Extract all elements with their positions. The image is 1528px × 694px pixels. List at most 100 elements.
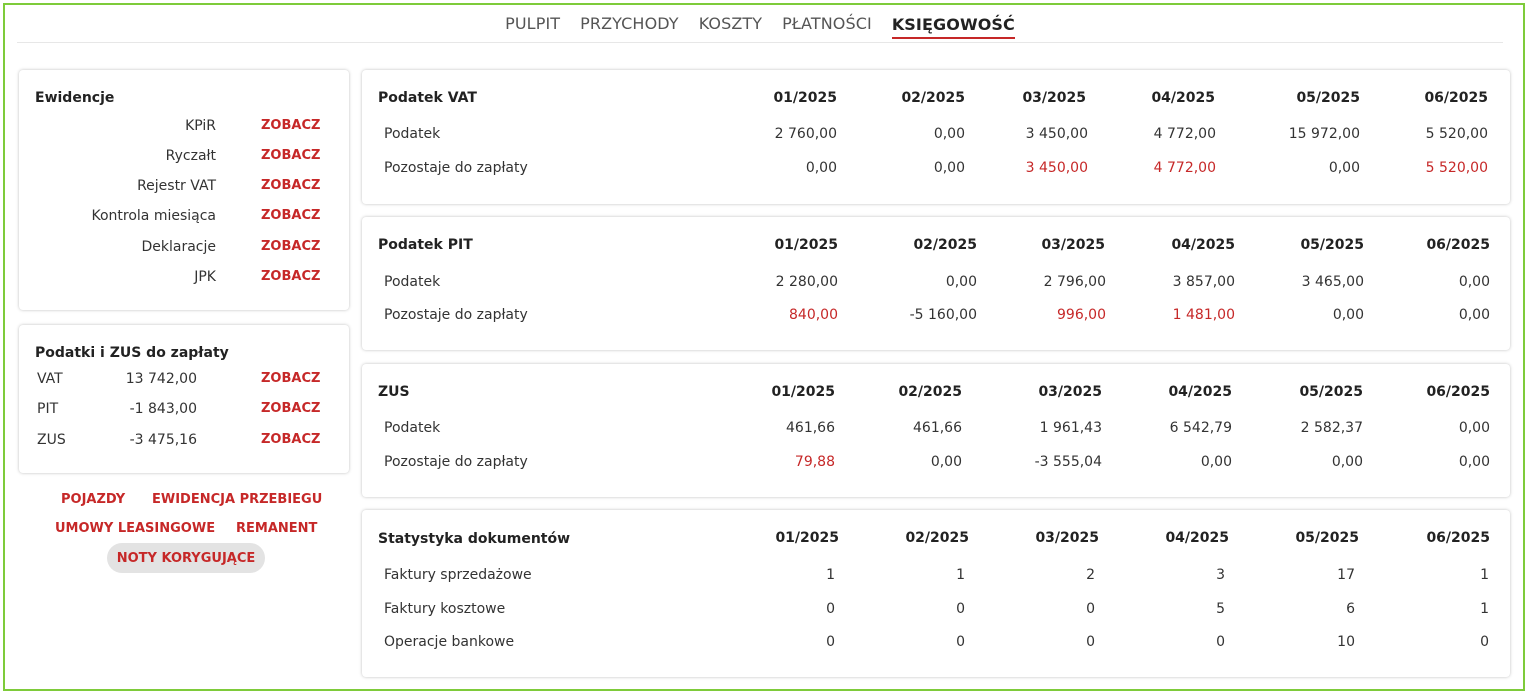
table-title: ZUS bbox=[378, 384, 410, 400]
value-cell: 3 bbox=[1216, 567, 1225, 583]
ewidencje-row-deklaracje: Deklaracje ZOBACZ bbox=[19, 239, 349, 259]
value-cell: -5 160,00 bbox=[909, 307, 977, 323]
value-cell: 0 bbox=[1086, 634, 1095, 650]
ewidencje-row-ryczalt: Ryczałt ZOBACZ bbox=[19, 148, 349, 168]
podatki-name: PIT bbox=[37, 401, 59, 417]
ewidencje-label: Ryczałt bbox=[165, 148, 216, 164]
podatki-card: Podatki i ZUS do zapłaty VAT 13 742,00 Z… bbox=[19, 325, 349, 473]
value-cell: 1 bbox=[1480, 601, 1489, 617]
value-cell: 0 bbox=[826, 634, 835, 650]
month-header: 05/2025 bbox=[1300, 237, 1364, 253]
top-nav: PULPIT PRZYCHODY KOSZTY PŁATNOŚCI KSIĘGO… bbox=[17, 5, 1503, 43]
ewidencje-card: Ewidencje KPiR ZOBACZ Ryczałt ZOBACZ Rej… bbox=[19, 70, 349, 310]
month-header: 01/2025 bbox=[775, 530, 839, 546]
zobacz-zus-link[interactable]: ZOBACZ bbox=[261, 432, 320, 447]
podatek-pit-card: Podatek PIT 01/2025 02/2025 03/2025 04/2025… bbox=[362, 217, 1510, 350]
row-label: Operacje bankowe bbox=[384, 634, 515, 650]
tab-pulpit[interactable]: PULPIT bbox=[505, 8, 560, 39]
ewidencje-row-jpk: JPK ZOBACZ bbox=[19, 269, 349, 289]
podatki-value: -1 843,00 bbox=[129, 401, 197, 417]
table-title: Podatek VAT bbox=[378, 90, 477, 106]
value-cell: 6 bbox=[1346, 601, 1355, 617]
zobacz-jpk-link[interactable]: ZOBACZ bbox=[261, 269, 320, 284]
pojazdy-link[interactable]: POJAZDY bbox=[61, 492, 125, 507]
ewidencje-label: Kontrola miesiąca bbox=[91, 208, 216, 224]
value-cell: 0 bbox=[1216, 634, 1225, 650]
value-cell: 2 bbox=[1086, 567, 1095, 583]
month-header: 06/2025 bbox=[1426, 237, 1490, 253]
row-label: Faktury sprzedażowe bbox=[384, 567, 532, 583]
ewidencje-row-kpir: KPiR ZOBACZ bbox=[19, 118, 349, 138]
value-cell: 0,00 bbox=[933, 126, 965, 142]
month-header: 05/2025 bbox=[1296, 90, 1360, 106]
zobacz-deklaracje-link[interactable]: ZOBACZ bbox=[261, 239, 320, 254]
zus-card: ZUS 01/2025 02/2025 03/2025 04/2025 05/2025 0… bbox=[362, 364, 1510, 497]
umowy-leasingowe-link[interactable]: UMOWY LEASINGOWE bbox=[55, 521, 215, 536]
value-cell: 2 582,37 bbox=[1300, 420, 1363, 436]
value-cell: 5 520,00 bbox=[1425, 126, 1488, 142]
value-cell: 0,00 bbox=[1200, 454, 1232, 470]
value-cell: 2 280,00 bbox=[775, 274, 838, 290]
month-header: 06/2025 bbox=[1426, 530, 1490, 546]
zobacz-pit-link[interactable]: ZOBACZ bbox=[261, 401, 320, 416]
month-header: 04/2025 bbox=[1151, 90, 1215, 106]
podatki-row-zus: ZUS -3 475,16 ZOBACZ bbox=[19, 432, 349, 452]
row-label: Pozostaje do zapłaty bbox=[384, 160, 528, 176]
ewidencje-title: Ewidencje bbox=[35, 90, 115, 106]
month-header: 01/2025 bbox=[774, 237, 838, 253]
value-cell: 0 bbox=[1086, 601, 1095, 617]
value-cell: 1 bbox=[956, 567, 965, 583]
value-cell: 2 796,00 bbox=[1043, 274, 1106, 290]
remanent-link[interactable]: REMANENT bbox=[236, 521, 317, 536]
value-cell: 0,00 bbox=[1458, 307, 1490, 323]
podatki-row-vat: VAT 13 742,00 ZOBACZ bbox=[19, 371, 349, 391]
zobacz-ryczalt-link[interactable]: ZOBACZ bbox=[261, 148, 320, 163]
zobacz-kontrola-link[interactable]: ZOBACZ bbox=[261, 208, 320, 223]
month-header: 05/2025 bbox=[1295, 530, 1359, 546]
value-cell: 3 465,00 bbox=[1301, 274, 1364, 290]
month-header: 03/2025 bbox=[1022, 90, 1086, 106]
month-header: 02/2025 bbox=[901, 90, 965, 106]
value-cell: 0,00 bbox=[930, 454, 962, 470]
value-cell: 840,00 bbox=[789, 307, 838, 323]
month-header: 04/2025 bbox=[1168, 384, 1232, 400]
value-cell: 0,00 bbox=[1458, 454, 1490, 470]
noty-korygujace-button[interactable]: NOTY KORYGUJĄCE bbox=[107, 543, 265, 573]
value-cell: 6 542,79 bbox=[1169, 420, 1232, 436]
value-cell: 0,00 bbox=[1331, 454, 1363, 470]
app-frame: PULPIT PRZYCHODY KOSZTY PŁATNOŚCI KSIĘGO… bbox=[3, 3, 1525, 691]
value-cell: 0,00 bbox=[933, 160, 965, 176]
ewidencje-label: JPK bbox=[194, 269, 216, 285]
ewidencje-label: Deklaracje bbox=[141, 239, 216, 255]
ewidencje-label: Rejestr VAT bbox=[137, 178, 216, 194]
table-title: Statystyka dokumentów bbox=[378, 531, 571, 547]
value-cell: 4 772,00 bbox=[1153, 126, 1216, 142]
month-header: 03/2025 bbox=[1035, 530, 1099, 546]
podatki-row-pit: PIT -1 843,00 ZOBACZ bbox=[19, 401, 349, 421]
tab-ksiegowosc[interactable]: KSIĘGOWOŚĆ bbox=[891, 9, 1015, 39]
tab-przychody[interactable]: PRZYCHODY bbox=[580, 8, 679, 39]
value-cell: 0,00 bbox=[1328, 160, 1360, 176]
month-header: 04/2025 bbox=[1165, 530, 1229, 546]
tab-koszty[interactable]: KOSZTY bbox=[699, 8, 762, 39]
ewidencje-label: KPiR bbox=[185, 118, 216, 134]
month-header: 01/2025 bbox=[773, 90, 837, 106]
value-cell: 1 961,43 bbox=[1039, 420, 1102, 436]
table-title: Podatek PIT bbox=[378, 237, 473, 253]
value-cell: 0,00 bbox=[945, 274, 977, 290]
value-cell: 15 972,00 bbox=[1288, 126, 1360, 142]
podatek-vat-card: Podatek VAT 01/2025 02/2025 03/2025 04/2025… bbox=[362, 70, 1510, 204]
value-cell: 0 bbox=[826, 601, 835, 617]
ewidencja-przebiegu-link[interactable]: EWIDENCJA PRZEBIEGU bbox=[152, 492, 322, 507]
month-header: 05/2025 bbox=[1299, 384, 1363, 400]
zobacz-kpir-link[interactable]: ZOBACZ bbox=[261, 118, 320, 133]
zobacz-vat-link[interactable]: ZOBACZ bbox=[261, 371, 320, 386]
value-cell: 10 bbox=[1337, 634, 1355, 650]
zobacz-rejestr-vat-link[interactable]: ZOBACZ bbox=[261, 178, 320, 193]
podatki-value: -3 475,16 bbox=[129, 432, 197, 448]
value-cell: 0,00 bbox=[805, 160, 837, 176]
row-label: Podatek bbox=[384, 126, 441, 142]
value-cell: 17 bbox=[1337, 567, 1355, 583]
month-header: 06/2025 bbox=[1426, 384, 1490, 400]
tab-platnosci[interactable]: PŁATNOŚCI bbox=[782, 8, 872, 39]
